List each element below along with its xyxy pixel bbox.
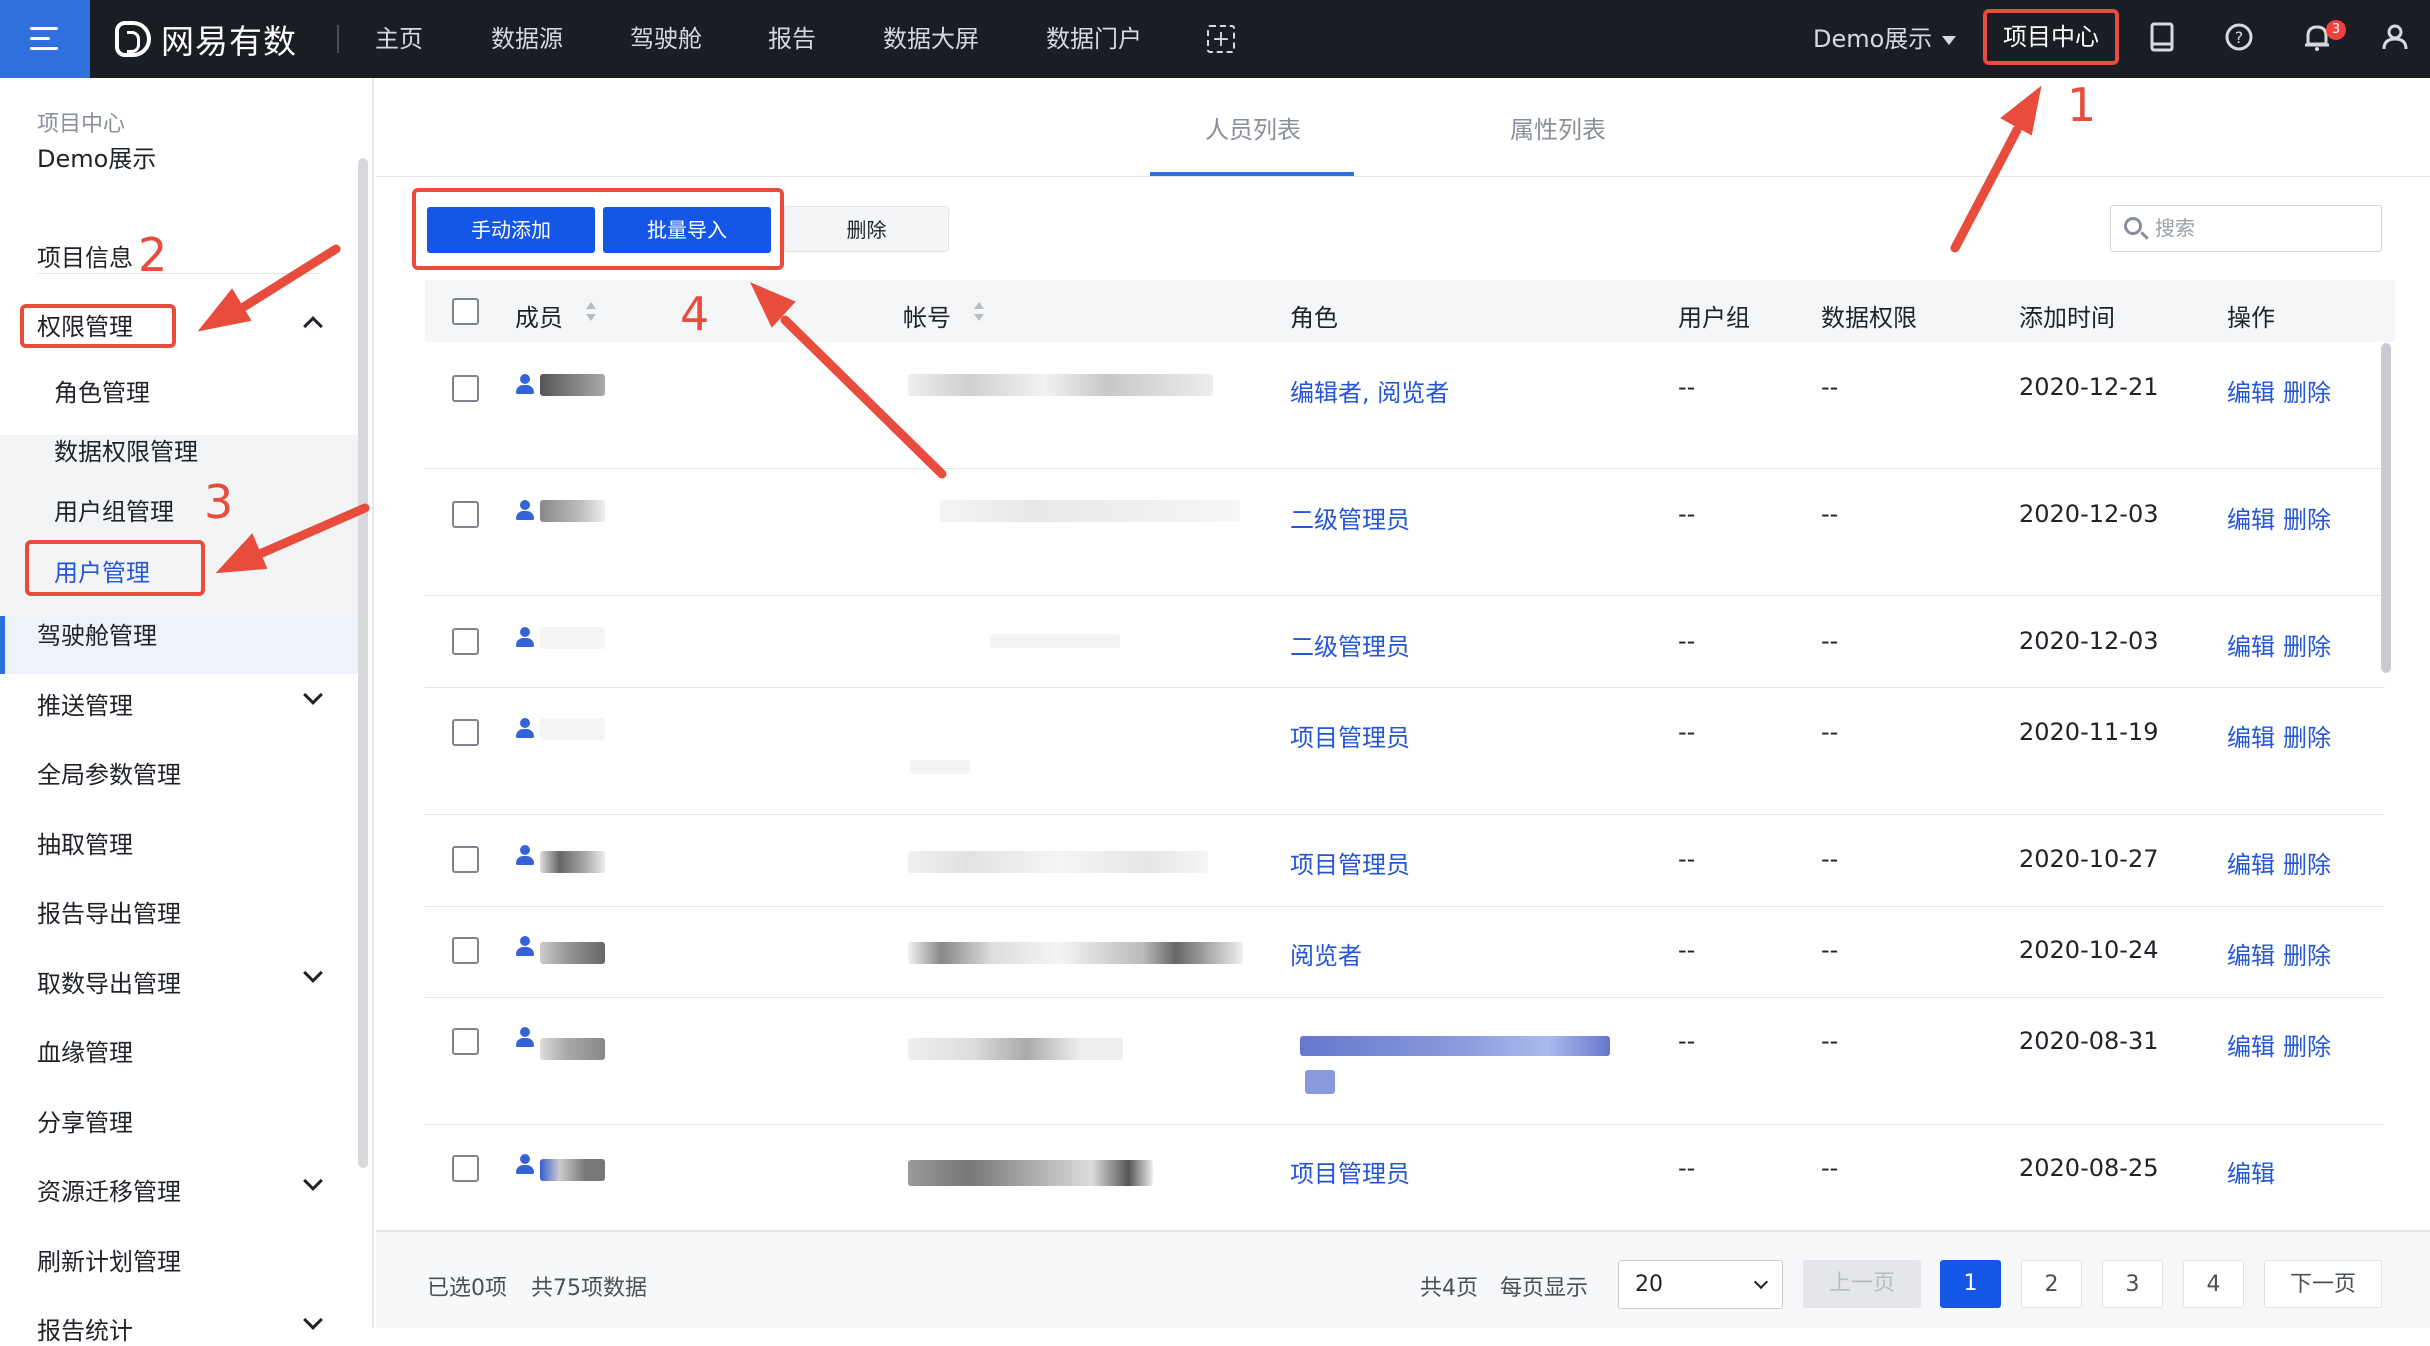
arrow-3	[257, 503, 370, 558]
arrow-1-head	[2000, 85, 2042, 136]
annotation-arrows	[197, 85, 2042, 574]
arrow-1	[1950, 125, 2022, 253]
arrow-3-head	[215, 533, 268, 574]
arrow-2	[237, 244, 341, 313]
arrow-2-head	[197, 288, 252, 332]
arrow-4	[780, 315, 947, 479]
